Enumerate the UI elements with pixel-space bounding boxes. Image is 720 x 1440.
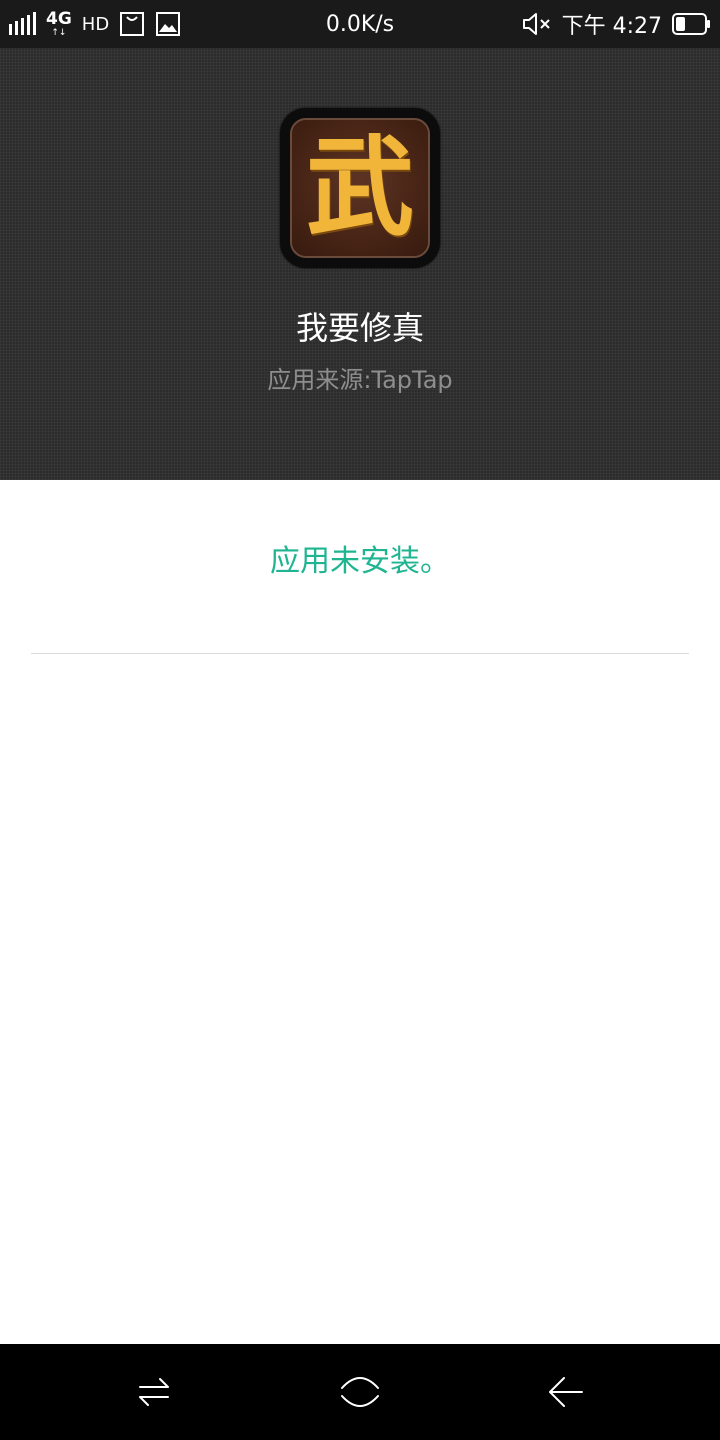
install-result-screen: 4G ↑↓ HD 0.0K/s 下午 4:27 武 我要修真 应用来源:TapT…: [0, 0, 720, 1440]
app-icon: 武: [280, 108, 440, 268]
switch-icon: [139, 1378, 169, 1406]
back-button[interactable]: [538, 1364, 594, 1420]
divider: [31, 653, 689, 654]
status-right-group: 下午 4:27: [522, 0, 712, 48]
status-bar: 4G ↑↓ HD 0.0K/s 下午 4:27: [0, 0, 720, 48]
app-icon-face: 武: [290, 118, 430, 258]
navigation-bar: [0, 1344, 720, 1440]
home-button[interactable]: [332, 1364, 388, 1420]
clock: 下午 4:27: [561, 14, 662, 39]
app-icon-glyph: 武: [305, 125, 414, 251]
app-source: 应用来源:TapTap: [267, 366, 453, 394]
app-name: 我要修真: [295, 309, 424, 347]
recent-apps-button[interactable]: [126, 1364, 182, 1420]
mute-icon: [522, 13, 550, 35]
install-status-message: 应用未安装。: [270, 544, 450, 579]
app-header: 武 我要修真 应用来源:TapTap: [0, 48, 720, 480]
battery-icon: [672, 13, 710, 35]
back-icon: [549, 1377, 583, 1407]
home-icon: [341, 1377, 379, 1407]
